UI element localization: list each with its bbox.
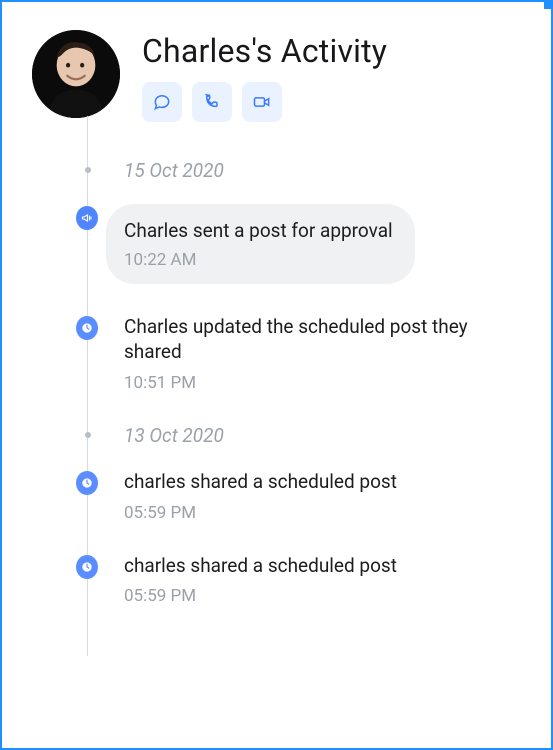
avatar-image bbox=[32, 30, 120, 118]
timeline: 15 Oct 2020 Charles sent a post for appr… bbox=[78, 158, 521, 656]
entry-time: 10:51 PM bbox=[124, 373, 521, 393]
entry-body: Charles updated the scheduled post they … bbox=[124, 314, 521, 393]
timeline-marker bbox=[78, 316, 98, 340]
phone-icon bbox=[202, 92, 222, 112]
clock-icon bbox=[80, 476, 94, 490]
resize-handle[interactable] bbox=[544, 0, 553, 9]
timeline-date: 13 Oct 2020 bbox=[78, 423, 521, 447]
avatar bbox=[32, 30, 120, 118]
timeline-marker bbox=[78, 555, 98, 579]
megaphone-icon bbox=[81, 212, 93, 224]
timeline-dot bbox=[78, 160, 98, 173]
activity-header: Charles's Activity bbox=[32, 30, 521, 122]
call-button[interactable] bbox=[192, 82, 232, 122]
entry-text: charles shared a scheduled post bbox=[124, 553, 521, 579]
activity-panel: Charles's Activity bbox=[2, 2, 551, 656]
activity-panel-frame: Charles's Activity bbox=[0, 0, 553, 750]
header-text: Charles's Activity bbox=[142, 30, 521, 122]
clock-icon bbox=[80, 560, 94, 574]
timeline-marker bbox=[78, 206, 98, 230]
entry-text: Charles updated the scheduled post they … bbox=[124, 314, 521, 365]
entry-time: 10:22 AM bbox=[124, 250, 393, 270]
timeline-date: 15 Oct 2020 bbox=[78, 158, 521, 182]
clock-badge bbox=[76, 471, 98, 495]
megaphone-badge bbox=[76, 206, 98, 230]
clock-badge bbox=[76, 316, 98, 340]
page-title: Charles's Activity bbox=[142, 32, 521, 70]
timeline-entry[interactable]: charles shared a scheduled post 05:59 PM bbox=[78, 469, 521, 523]
timeline-entry[interactable]: Charles sent a post for approval 10:22 A… bbox=[78, 204, 521, 284]
video-button[interactable] bbox=[242, 82, 282, 122]
entry-body: charles shared a scheduled post 05:59 PM bbox=[124, 553, 521, 607]
entry-time: 05:59 PM bbox=[124, 503, 521, 523]
timeline-entry[interactable]: Charles updated the scheduled post they … bbox=[78, 314, 521, 393]
date-label: 13 Oct 2020 bbox=[124, 423, 521, 447]
entry-time: 05:59 PM bbox=[124, 586, 521, 606]
clock-badge bbox=[76, 555, 98, 579]
action-row bbox=[142, 82, 521, 122]
clock-icon bbox=[80, 321, 94, 335]
chat-button[interactable] bbox=[142, 82, 182, 122]
highlighted-entry: Charles sent a post for approval 10:22 A… bbox=[106, 204, 415, 284]
timeline-dot bbox=[78, 425, 98, 438]
timeline-marker bbox=[78, 471, 98, 495]
date-label: 15 Oct 2020 bbox=[124, 158, 521, 182]
video-icon bbox=[252, 92, 272, 112]
entry-body: charles shared a scheduled post 05:59 PM bbox=[124, 469, 521, 523]
entry-text: charles shared a scheduled post bbox=[124, 469, 521, 495]
chat-icon bbox=[152, 92, 172, 112]
timeline-entry[interactable]: charles shared a scheduled post 05:59 PM bbox=[78, 553, 521, 607]
entry-text: Charles sent a post for approval bbox=[124, 218, 393, 244]
